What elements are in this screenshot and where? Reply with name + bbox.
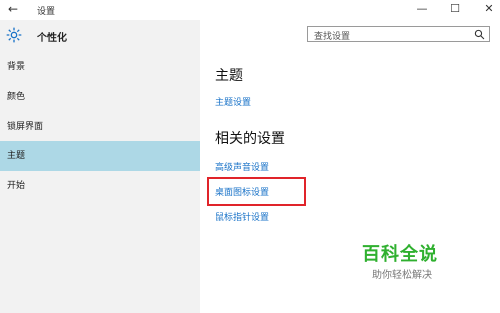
main-pane: 查找设置 主题 主题设置 相关的设置 高级声音设置 桌面图标设置 鼠标指针设置 … — [200, 20, 500, 313]
sidebar-item-background[interactable]: 背景 — [0, 52, 200, 82]
title-bar: ← 设置 — ☐ ✕ — [0, 0, 500, 20]
minimize-button[interactable]: — — [412, 2, 432, 15]
close-button[interactable]: ✕ — [479, 2, 499, 15]
sidebar-header: 个性化 — [0, 20, 200, 52]
watermark-subtitle: 助你轻松解决 — [372, 270, 432, 281]
sidebar-item-colors[interactable]: 颜色 — [0, 82, 200, 112]
advanced-sound-settings-link[interactable]: 高级声音设置 — [215, 160, 269, 173]
sidebar-item-themes[interactable]: 主题 — [0, 141, 200, 171]
sidebar-title: 个性化 — [37, 33, 67, 44]
search-input[interactable]: 查找设置 — [307, 26, 490, 42]
watermark-title: 百科全说 — [362, 244, 438, 265]
sidebar-item-start[interactable]: 开始 — [0, 171, 200, 201]
maximize-button[interactable]: ☐ — [445, 2, 465, 15]
gear-icon — [6, 27, 22, 43]
mouse-pointer-settings-link[interactable]: 鼠标指针设置 — [215, 210, 269, 223]
window-title: 设置 — [37, 7, 56, 17]
back-arrow-icon[interactable]: ← — [8, 2, 18, 16]
section-heading-theme: 主题 — [215, 68, 243, 84]
sidebar-item-lock-screen[interactable]: 锁屏界面 — [0, 112, 200, 142]
sidebar: 个性化 背景 颜色 锁屏界面 主题 开始 — [0, 20, 200, 313]
search-placeholder: 查找设置 — [314, 32, 351, 42]
theme-settings-link[interactable]: 主题设置 — [215, 95, 251, 108]
search-icon[interactable] — [474, 29, 485, 40]
highlight-box — [207, 177, 306, 206]
section-heading-related: 相关的设置 — [215, 131, 285, 147]
